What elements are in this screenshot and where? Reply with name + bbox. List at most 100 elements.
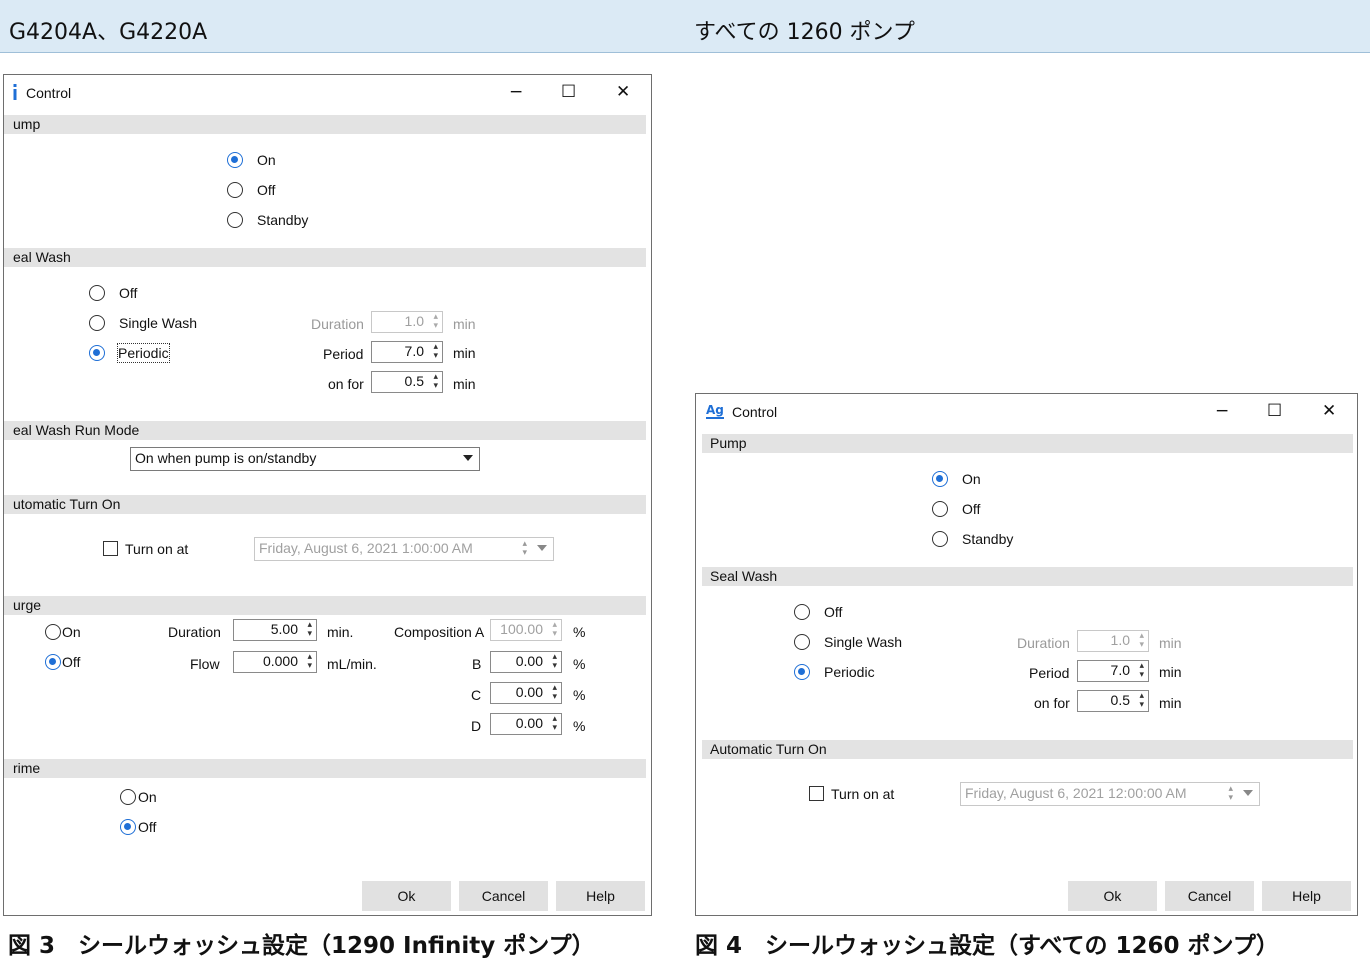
pump-off-label: Off — [962, 501, 981, 517]
composition-c-unit: % — [573, 687, 586, 703]
dialog-title: Control — [26, 85, 72, 101]
pump-section-label: ump — [13, 116, 41, 132]
help-button[interactable]: Help — [556, 881, 645, 911]
spin-arrows-icon[interactable]: ▴ ▾ — [433, 343, 438, 361]
composition-b-unit: % — [573, 656, 586, 672]
purge-flow-unit: mL/min. — [327, 656, 377, 672]
duration-label: Duration — [311, 316, 364, 332]
prime-on-radio[interactable] — [120, 789, 136, 805]
dropdown-arrow-icon[interactable] — [463, 455, 473, 461]
spin-arrows-icon[interactable]: ▴ ▾ — [433, 373, 438, 391]
pump-on-radio[interactable] — [932, 471, 948, 487]
auto-turn-on-section-label: utomatic Turn On — [13, 496, 121, 512]
ok-button[interactable]: Ok — [362, 881, 451, 911]
spin-arrows-icon[interactable]: ▴ ▾ — [307, 653, 312, 671]
help-button[interactable]: Help — [1262, 881, 1351, 911]
spin-arrows-icon[interactable]: ▴ ▾ — [552, 684, 557, 702]
cancel-button[interactable]: Cancel — [1165, 881, 1254, 911]
composition-b-stepper[interactable]: 0.00 ▴ ▾ — [490, 651, 562, 673]
seal-wash-periodic-radio[interactable] — [794, 664, 810, 680]
purge-on-radio[interactable] — [45, 624, 61, 640]
close-button[interactable]: ✕ — [1322, 402, 1336, 420]
control-dialog-1290: Control − ☐ ✕ ump On Off Standby eal Was… — [3, 74, 652, 916]
period-value: 7.0 — [404, 343, 424, 359]
seal-wash-single-label: Single Wash — [119, 315, 198, 331]
purge-section-header: urge — [4, 596, 646, 615]
purge-off-radio[interactable] — [45, 654, 61, 670]
ok-button[interactable]: Ok — [1068, 881, 1157, 911]
composition-d-stepper[interactable]: 0.00 ▴ ▾ — [490, 713, 562, 735]
spin-arrows-icon[interactable]: ▴ ▾ — [522, 540, 527, 558]
pump-standby-radio[interactable] — [932, 531, 948, 547]
spin-arrows-icon[interactable]: ▴ ▾ — [552, 715, 557, 733]
prime-on-label: On — [138, 789, 157, 805]
prime-section-label: rime — [13, 760, 41, 776]
prime-section-header: rime — [4, 759, 646, 778]
spin-arrows-icon[interactable]: ▴ ▾ — [433, 313, 438, 331]
duration-stepper[interactable]: 1.0 ▴ ▾ — [1077, 630, 1149, 652]
composition-d-label: D — [471, 718, 482, 734]
dropdown-arrow-icon[interactable] — [1243, 790, 1253, 796]
prime-off-radio[interactable] — [120, 819, 136, 835]
seal-wash-section-header: Seal Wash — [702, 567, 1353, 586]
period-label: Period — [1029, 665, 1070, 681]
seal-wash-section-header: eal Wash — [4, 248, 646, 267]
minimize-button[interactable]: − — [1215, 402, 1229, 420]
seal-wash-periodic-label: Periodic — [824, 664, 875, 680]
seal-wash-periodic-radio[interactable] — [89, 345, 105, 361]
composition-a-unit: % — [573, 624, 586, 640]
composition-a-stepper[interactable]: 100.00 ▴ ▾ — [490, 619, 562, 641]
seal-wash-off-radio[interactable] — [89, 285, 105, 301]
seal-wash-off-label: Off — [119, 285, 138, 301]
info-icon — [12, 84, 18, 101]
svg-text:Ag: Ag — [706, 403, 724, 417]
purge-duration-label: Duration — [168, 624, 221, 640]
pump-on-radio[interactable] — [227, 152, 243, 168]
run-mode-value: On when pump is on/standby — [135, 450, 317, 466]
prime-off-label: Off — [138, 819, 157, 835]
composition-c-stepper[interactable]: 0.00 ▴ ▾ — [490, 682, 562, 704]
turn-on-datetime-picker[interactable]: Friday, August 6, 2021 12:00:00 AM ▴ ▾ — [960, 782, 1260, 806]
pump-on-label: On — [257, 152, 276, 168]
pump-off-radio[interactable] — [227, 182, 243, 198]
auto-turn-on-section-header: Automatic Turn On — [702, 740, 1353, 759]
seal-wash-off-radio[interactable] — [794, 604, 810, 620]
composition-c-value: 0.00 — [515, 684, 543, 700]
spin-arrows-icon[interactable]: ▴ ▾ — [1228, 785, 1233, 803]
dropdown-arrow-icon[interactable] — [537, 545, 547, 551]
spin-arrows-icon[interactable]: ▴ ▾ — [1139, 692, 1144, 710]
spin-arrows-icon[interactable]: ▴ ▾ — [307, 621, 312, 639]
cancel-button[interactable]: Cancel — [459, 881, 548, 911]
seal-wash-section-label: Seal Wash — [710, 568, 778, 584]
purge-flow-stepper[interactable]: 0.000 ▴ ▾ — [233, 651, 317, 673]
onfor-stepper[interactable]: 0.5 ▴ ▾ — [371, 371, 443, 393]
dialog-title: Control — [732, 404, 778, 420]
agilent-app-icon: Ag — [706, 401, 724, 421]
minimize-button[interactable]: − — [509, 83, 523, 101]
document-header: G4204A、G4220A すべての 1260 ポンプ — [0, 0, 1370, 53]
spin-arrows-icon[interactable]: ▴ ▾ — [552, 621, 557, 639]
seal-wash-single-radio[interactable] — [89, 315, 105, 331]
run-mode-select[interactable]: On when pump is on/standby — [130, 447, 480, 471]
turn-on-at-checkbox[interactable] — [809, 786, 824, 801]
pump-off-label: Off — [257, 182, 276, 198]
pump-standby-radio[interactable] — [227, 212, 243, 228]
period-stepper[interactable]: 7.0 ▴ ▾ — [371, 341, 443, 363]
turn-on-at-label: Turn on at — [831, 786, 895, 802]
seal-wash-single-radio[interactable] — [794, 634, 810, 650]
period-unit: min — [1159, 664, 1182, 680]
maximize-button[interactable]: ☐ — [1267, 402, 1282, 420]
maximize-button[interactable]: ☐ — [561, 83, 576, 101]
period-stepper[interactable]: 7.0 ▴ ▾ — [1077, 660, 1149, 682]
spin-arrows-icon[interactable]: ▴ ▾ — [1139, 662, 1144, 680]
turn-on-datetime-picker[interactable]: Friday, August 6, 2021 1:00:00 AM ▴ ▾ — [254, 537, 554, 561]
onfor-stepper[interactable]: 0.5 ▴ ▾ — [1077, 690, 1149, 712]
turn-on-at-checkbox[interactable] — [103, 541, 118, 556]
pump-off-radio[interactable] — [932, 501, 948, 517]
figure-caption-right: 図 4 シールウォッシュ設定（すべての 1260 ポンプ） — [695, 933, 1279, 959]
spin-arrows-icon[interactable]: ▴ ▾ — [1139, 632, 1144, 650]
purge-duration-stepper[interactable]: 5.00 ▴ ▾ — [233, 619, 317, 641]
duration-stepper[interactable]: 1.0 ▴ ▾ — [371, 311, 443, 333]
spin-arrows-icon[interactable]: ▴ ▾ — [552, 653, 557, 671]
close-button[interactable]: ✕ — [616, 83, 630, 101]
